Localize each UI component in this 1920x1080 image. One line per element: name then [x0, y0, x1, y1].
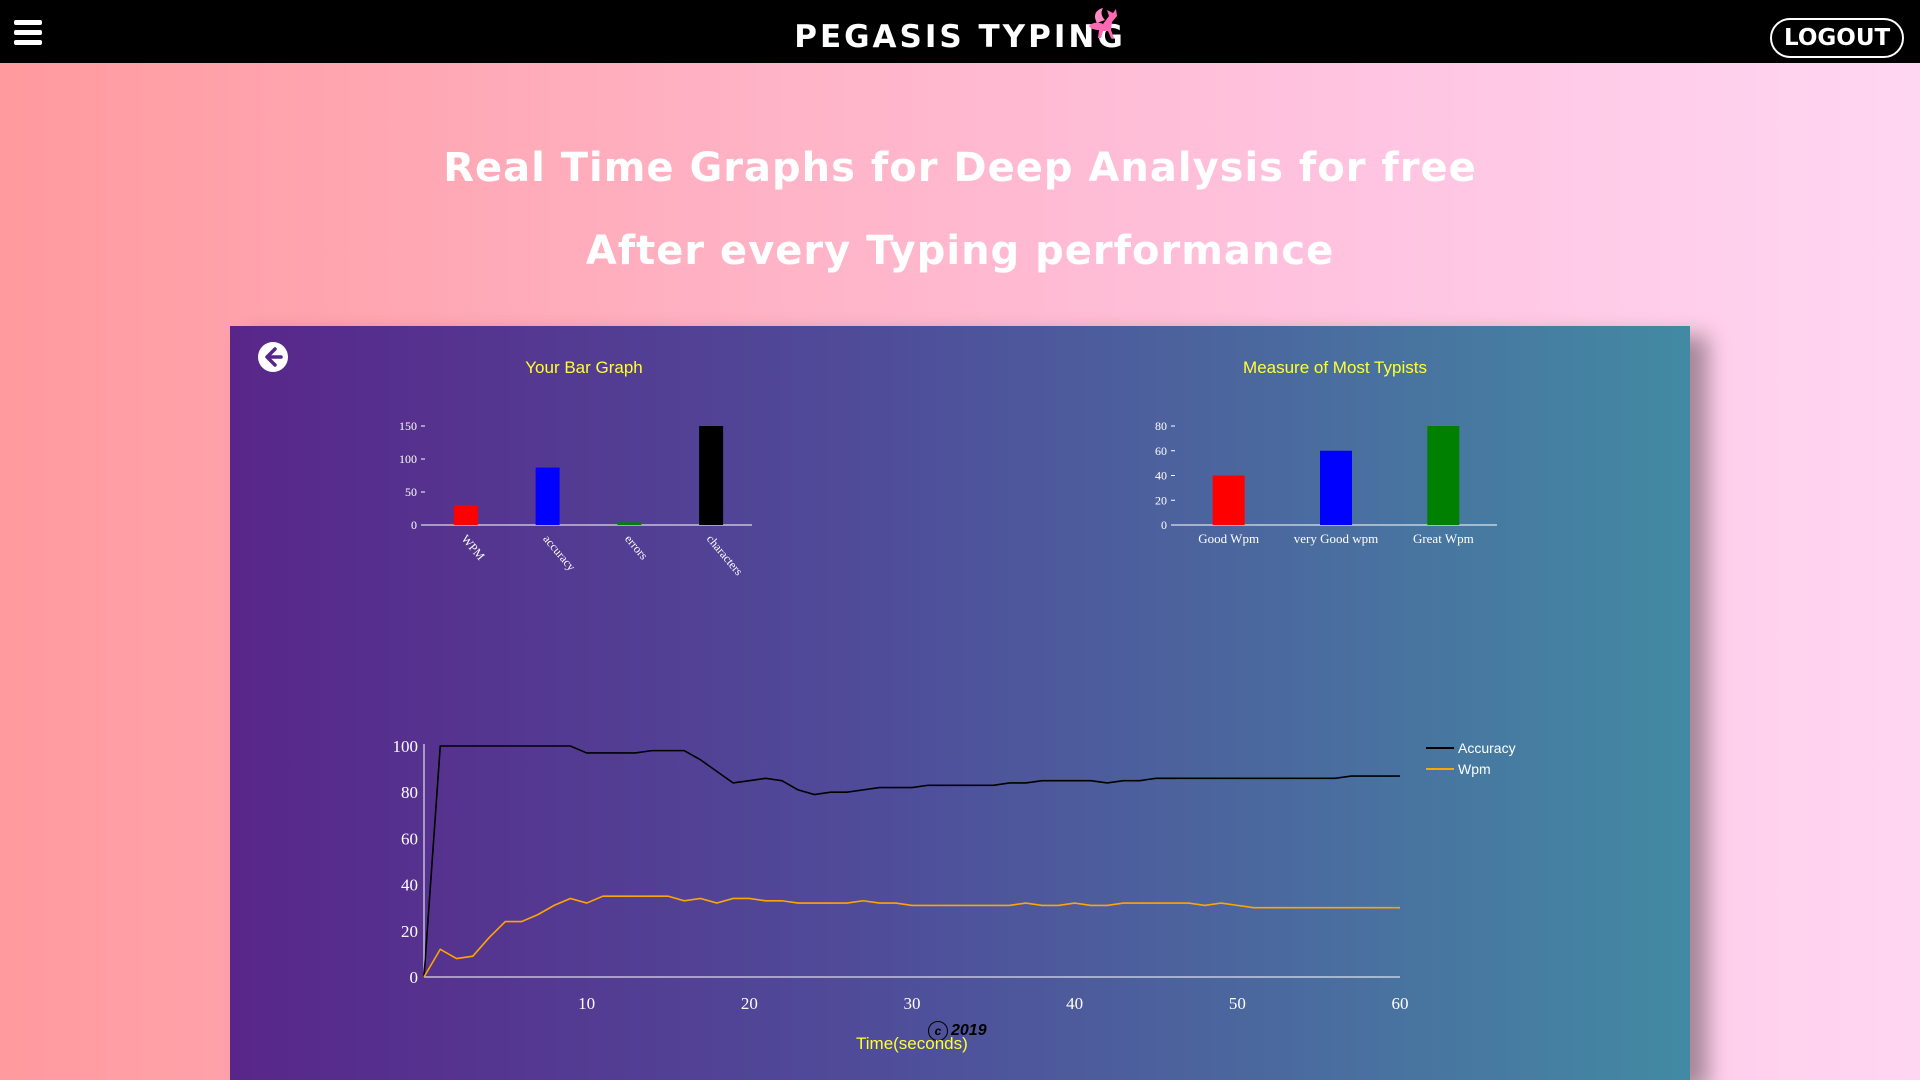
- x-tick-label: 50: [1229, 994, 1246, 1013]
- brand: PEGASIS TYPING: [0, 19, 1920, 55]
- y-tick-label: 20: [401, 922, 418, 941]
- y-tick-label: 80: [401, 783, 418, 802]
- bar-errors: [617, 522, 642, 525]
- bar-very Good wpm: [1320, 450, 1352, 525]
- top-navbar: PEGASIS TYPING LOGOUT: [0, 0, 1920, 63]
- y-tick-label: 150: [399, 419, 417, 433]
- hero-line-1: Real Time Graphs for Deep Analysis for f…: [443, 145, 1477, 191]
- x-tick-label: accuracy: [540, 532, 578, 574]
- app-title: PEGASIS TYPING: [794, 19, 1126, 55]
- legend-label-Wpm: Wpm: [1458, 761, 1491, 777]
- y-tick-label: 100: [393, 737, 419, 756]
- y-tick-label: 0: [410, 968, 419, 987]
- your-bar-graph: 0 50 100 150 WPM accuracy errors characters: [399, 419, 752, 579]
- y-tick-label: 60: [1155, 444, 1167, 458]
- y-tick-label: 60: [401, 829, 418, 848]
- bar-Great Wpm: [1427, 426, 1460, 525]
- y-tick-label: 100: [399, 452, 417, 466]
- bar-WPM: [453, 505, 478, 525]
- x-tick-label: Great Wpm: [1413, 531, 1474, 546]
- bar-characters: [699, 426, 724, 525]
- x-tick-label: 10: [578, 994, 595, 1013]
- x-tick-label: 30: [904, 994, 921, 1013]
- x-tick-label: characters: [704, 532, 746, 579]
- x-tick-label: WPM: [459, 532, 488, 563]
- bar-accuracy: [535, 467, 560, 525]
- time-line-chart: 0 20 40 60 80 100 10 20 30 40 50 60 Accuracy Wpm: [393, 737, 1516, 1013]
- x-tick-label: 40: [1066, 994, 1083, 1013]
- pegasus-icon: [1089, 8, 1117, 38]
- x-tick-label: very Good wpm: [1294, 531, 1379, 546]
- y-tick-label: 20: [1155, 493, 1167, 507]
- x-axis-label: Time(seconds): [856, 1034, 968, 1053]
- most-typists-title: Measure of Most Typists: [1243, 358, 1427, 377]
- y-tick-label: 40: [401, 876, 418, 895]
- series-line-Wpm: [423, 895, 1400, 978]
- series-line-Accuracy: [423, 745, 1400, 978]
- y-tick-label: 0: [1161, 518, 1167, 532]
- bar-Good Wpm: [1212, 475, 1245, 525]
- logout-button[interactable]: LOGOUT: [1770, 18, 1905, 58]
- most-typists-bar-graph: 0 20 40 60 80 Good Wpm very Good wpm Great Wpm: [1155, 419, 1497, 546]
- legend-label-Accuracy: Accuracy: [1458, 740, 1516, 756]
- x-tick-label: Good Wpm: [1198, 531, 1259, 546]
- your-bar-graph-title: Your Bar Graph: [525, 358, 643, 377]
- hero-line-2: After every Typing performance: [585, 228, 1335, 274]
- y-tick-label: 50: [405, 485, 417, 499]
- y-tick-label: 80: [1155, 419, 1167, 433]
- y-tick-label: 40: [1155, 469, 1167, 483]
- x-tick-label: 20: [741, 994, 758, 1013]
- x-tick-label: errors: [622, 532, 651, 563]
- y-tick-label: 0: [411, 518, 417, 532]
- arrow-left-circle-icon[interactable]: [258, 342, 288, 372]
- x-tick-label: 60: [1392, 994, 1409, 1013]
